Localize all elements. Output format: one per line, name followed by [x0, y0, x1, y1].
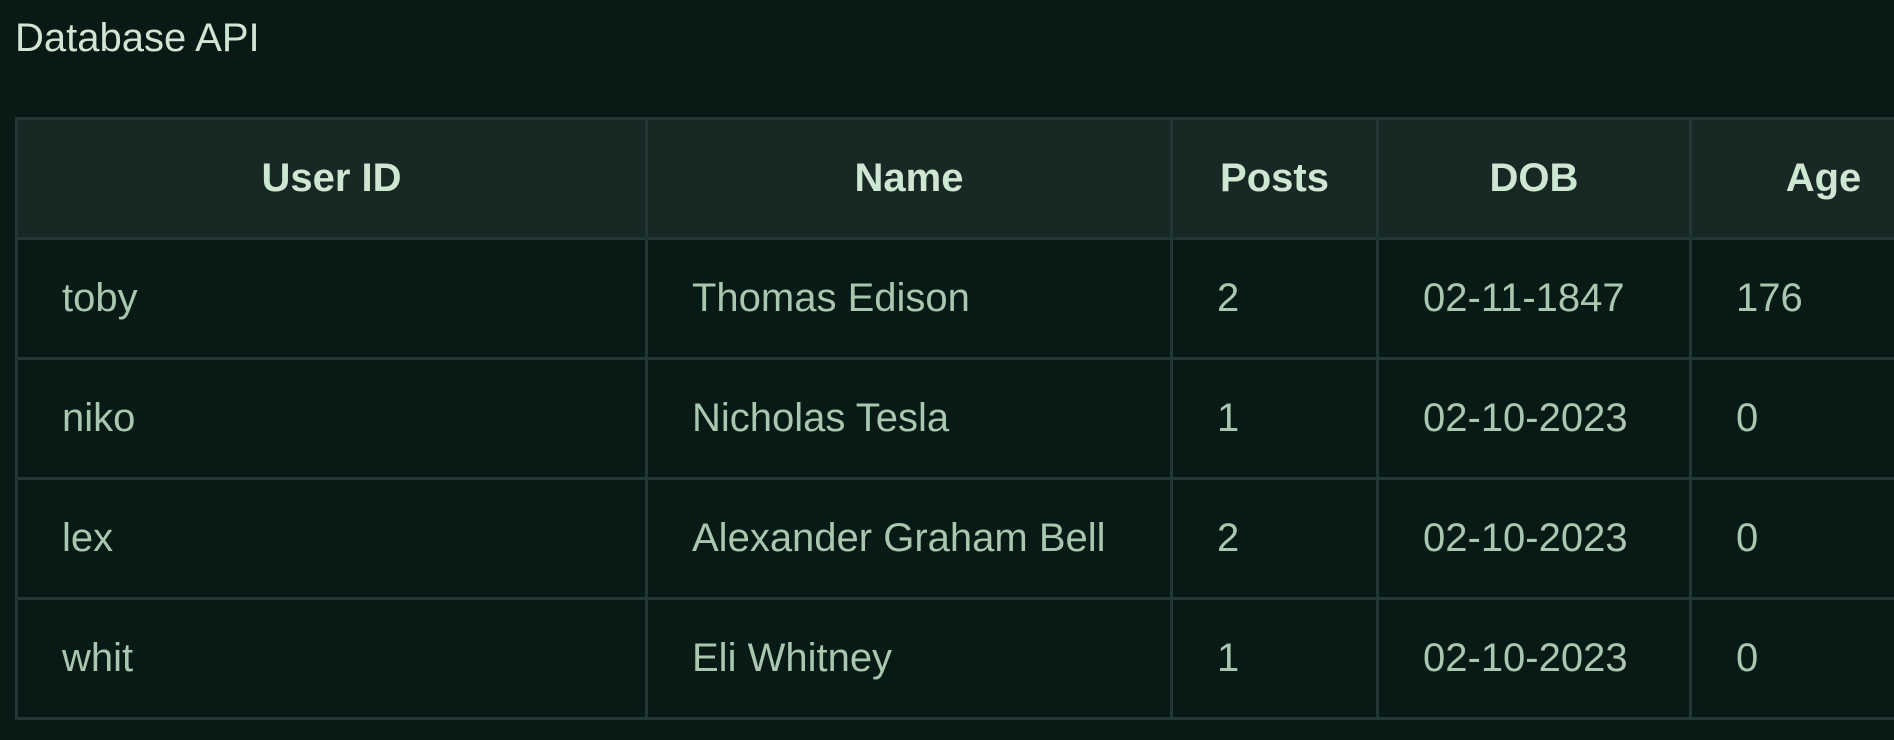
header-row: User ID Name Posts DOB Age: [15, 117, 1894, 240]
cell-age: 0: [1689, 597, 1894, 720]
cell-user-id: whit: [15, 597, 648, 720]
cell-age: 0: [1689, 477, 1894, 600]
cell-age: 176: [1689, 237, 1894, 360]
table-row: lex Alexander Graham Bell 2 02-10-2023 0: [15, 477, 1894, 600]
table-body: toby Thomas Edison 2 02-11-1847 176 niko…: [15, 237, 1894, 720]
table-row: whit Eli Whitney 1 02-10-2023 0: [15, 597, 1894, 720]
table-header: User ID Name Posts DOB Age: [15, 117, 1894, 240]
cell-name: Alexander Graham Bell: [645, 477, 1173, 600]
cell-name: Thomas Edison: [645, 237, 1173, 360]
cell-name: Nicholas Tesla: [645, 357, 1173, 480]
column-header-name: Name: [645, 117, 1173, 240]
cell-posts: 1: [1170, 597, 1379, 720]
column-header-user-id: User ID: [15, 117, 648, 240]
column-header-age: Age: [1689, 117, 1894, 240]
cell-name: Eli Whitney: [645, 597, 1173, 720]
cell-user-id: toby: [15, 237, 648, 360]
cell-posts: 1: [1170, 357, 1379, 480]
cell-user-id: lex: [15, 477, 648, 600]
cell-dob: 02-11-1847: [1376, 237, 1692, 360]
cell-dob: 02-10-2023: [1376, 357, 1692, 480]
cell-age: 0: [1689, 357, 1894, 480]
table-row: toby Thomas Edison 2 02-11-1847 176: [15, 237, 1894, 360]
cell-posts: 2: [1170, 237, 1379, 360]
users-table: User ID Name Posts DOB Age toby Thomas E…: [15, 117, 1894, 720]
cell-dob: 02-10-2023: [1376, 477, 1692, 600]
column-header-posts: Posts: [1170, 117, 1379, 240]
table-row: niko Nicholas Tesla 1 02-10-2023 0: [15, 357, 1894, 480]
column-header-dob: DOB: [1376, 117, 1692, 240]
page-title: Database API: [15, 16, 260, 60]
cell-user-id: niko: [15, 357, 648, 480]
cell-posts: 2: [1170, 477, 1379, 600]
cell-dob: 02-10-2023: [1376, 597, 1692, 720]
